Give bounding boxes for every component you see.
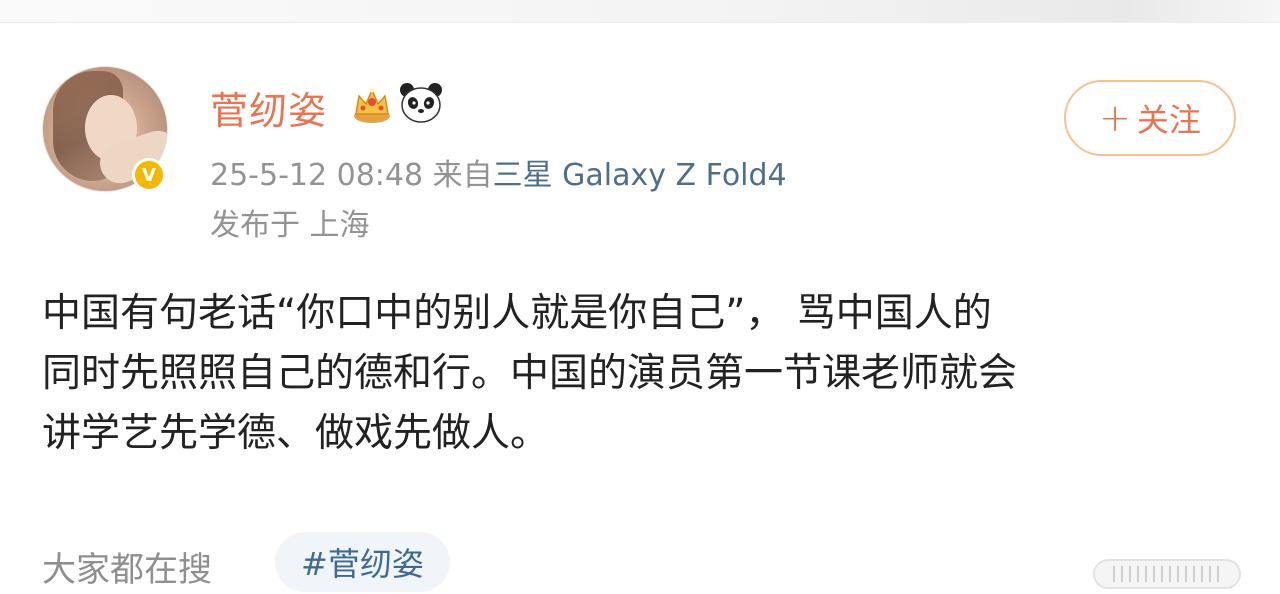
post-timestamp[interactable]: 25-5-12 08:48 — [210, 158, 423, 193]
follow-label: 关注 — [1136, 101, 1201, 139]
weibo-post-card: V 菅纫姿 25-5-12 08:48 来自三星 Galaxy Z Fold4 … — [0, 22, 1280, 592]
crown-icon[interactable] — [350, 82, 394, 126]
source-prefix: 来自 — [432, 158, 493, 193]
author-name[interactable]: 菅纫姿 — [210, 80, 327, 135]
trending-search-label: 大家都在搜 — [42, 550, 212, 590]
post-text-line: 同时先照照自己的德和行。中国的演员第一节课老师就会 — [42, 351, 1018, 396]
verified-badge-icon: V — [132, 158, 166, 192]
post-body: 中国有句老话“你口中的别人就是你自己”， 骂中国人的 同时先照照自己的德和行。中… — [42, 284, 1232, 464]
hashtag-chip[interactable]: #菅纫姿 — [275, 532, 450, 592]
post-meta: 25-5-12 08:48 来自三星 Galaxy Z Fold4 — [210, 150, 787, 194]
plus-icon: + — [1099, 96, 1131, 140]
source-device-link[interactable]: 三星 Galaxy Z Fold4 — [493, 158, 787, 193]
post-text-line: 讲学艺先学德、做戏先做人。 — [42, 411, 550, 456]
follow-button[interactable]: + 关注 — [1064, 80, 1236, 156]
post-location: 发布于 上海 — [210, 208, 370, 243]
top-strip — [0, 0, 1280, 23]
post-text-line: 中国有句老话“你口中的别人就是你自己”， 骂中国人的 — [42, 291, 992, 336]
more-icon[interactable] — [1092, 554, 1242, 594]
panda-icon[interactable] — [398, 80, 444, 126]
author-avatar[interactable]: V — [42, 66, 168, 192]
